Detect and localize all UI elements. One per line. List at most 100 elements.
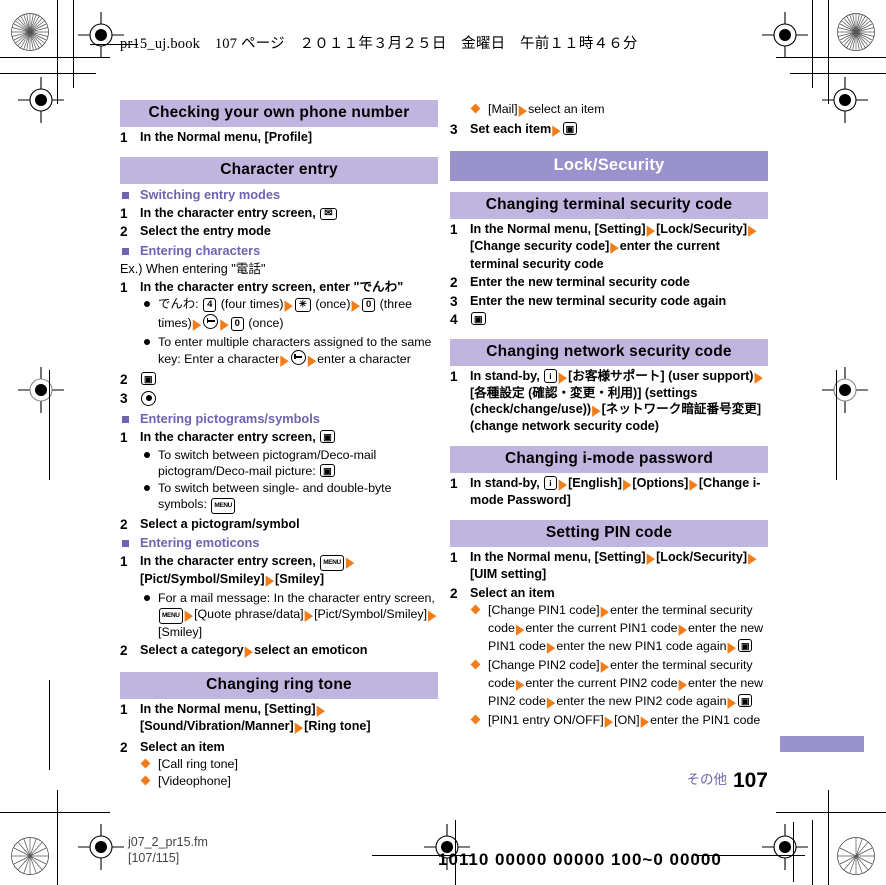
key-imode-icon: i xyxy=(544,475,557,490)
crop-line xyxy=(0,812,110,813)
text-run: [Change PIN2 code] xyxy=(488,658,600,672)
numbered-step: 2 Select a pictogram/symbol xyxy=(120,517,438,533)
numbered-step: 1 In stand-by, i ▶[お客様サポート] (user support)… xyxy=(450,368,768,435)
section-banner: Changing network security code xyxy=(450,338,768,366)
crop-line xyxy=(812,820,813,885)
key-cam-icon: ▣ xyxy=(320,430,335,443)
page-header-imposition-line: pr15_uj.book 107 ページ ２０１１年３月２５日 金曜日 午前１１… xyxy=(120,36,638,52)
sub-section-heading: Entering emoticons xyxy=(120,535,438,551)
arrow-separator-icon: ▶ xyxy=(351,297,360,315)
section-banner: Character entry xyxy=(120,156,438,184)
text-run: [Sound/Vibration/Manner] xyxy=(140,719,294,733)
numbered-step: 2 ▣ xyxy=(120,372,438,388)
square-bullet-icon xyxy=(122,247,129,255)
sub-section-heading-label: Entering emoticons xyxy=(140,535,260,550)
arrow-separator-icon: ▶ xyxy=(552,122,561,139)
square-bullet-icon xyxy=(122,191,129,199)
diamond-item: [Change PIN1 code]▶enter the terminal se… xyxy=(450,602,768,656)
crop-line xyxy=(0,57,110,58)
crop-line xyxy=(49,680,50,770)
text-run: [Pict/Symbol/Smiley] xyxy=(140,571,265,586)
arrow-separator-icon: ▶ xyxy=(604,713,614,731)
text-run: select an item xyxy=(528,102,605,116)
registration-mark-top-left xyxy=(78,12,124,58)
text-run: Enter the new terminal security code xyxy=(470,275,690,289)
arrow-separator-icon: ▶ xyxy=(515,676,525,694)
arrow-separator-icon: ▶ xyxy=(689,476,698,493)
arrow-separator-icon: ▶ xyxy=(592,402,601,419)
text-run: In the character entry screen, xyxy=(140,554,320,568)
right-text-column: [Mail]▶select an item 3 Set each item▶ ▣ Loc… xyxy=(450,100,768,730)
registration-mark-right xyxy=(822,77,868,123)
arrow-separator-icon: ▶ xyxy=(345,554,355,571)
section-banner: Changing terminal security code xyxy=(450,191,768,219)
square-bullet-icon xyxy=(122,540,129,547)
text-run: To switch between single- and double-byt… xyxy=(158,480,392,511)
section-label-japanese: その他 xyxy=(686,772,727,788)
round-bullet-icon xyxy=(144,595,150,601)
text-run: [Pict/Symbol/Smiley] xyxy=(314,607,428,621)
text-run: [ON] xyxy=(614,713,640,727)
numbered-step: 1 In the Normal menu, [Profile] xyxy=(120,130,438,146)
sub-section-heading: Entering characters xyxy=(120,243,438,259)
arrow-separator-icon: ▶ xyxy=(546,639,556,657)
text-run: For a mail message: In the character ent… xyxy=(158,591,435,605)
step-number: 1 xyxy=(120,279,128,295)
left-text-column: Checking your own phone number 1 In the No… xyxy=(120,100,438,789)
section-banner: Checking your own phone number xyxy=(120,100,438,127)
numbered-step: 1 In the character entry screen, enter "で… xyxy=(120,280,438,296)
step-number: 3 xyxy=(450,122,458,137)
arrow-separator-icon: ▶ xyxy=(646,550,656,567)
starburst-mark-top-left xyxy=(10,12,50,52)
arrow-separator-icon: ▶ xyxy=(184,607,194,625)
arrow-separator-icon: ▶ xyxy=(600,658,610,676)
step-number: 2 xyxy=(120,224,128,239)
text-run: Ex.) When entering "電話" xyxy=(120,261,266,276)
step-number: 2 xyxy=(120,516,128,532)
step-number: 2 xyxy=(450,585,458,601)
step-number: 1 xyxy=(450,475,458,491)
diamond-bullet-icon xyxy=(140,758,151,769)
registration-mark-top-right xyxy=(762,12,808,58)
bullet-item: To switch between pictogram/Deco-mail pi… xyxy=(120,447,438,479)
diamond-item: [Call ring tone] xyxy=(120,756,438,772)
diamond-item: [Videophone] xyxy=(120,773,438,789)
diamond-bullet-icon xyxy=(470,604,481,615)
crop-line xyxy=(828,0,829,104)
diamond-item: [Change PIN2 code]▶enter the terminal se… xyxy=(450,657,768,711)
arrow-separator-icon: ▶ xyxy=(280,352,289,370)
text-run: [Lock/Security] xyxy=(656,549,748,564)
text-run: Select a category xyxy=(140,643,244,657)
bullet-item: For a mail message: In the character ent… xyxy=(120,590,438,640)
key-cam-icon: ▣ xyxy=(141,372,156,385)
crop-line xyxy=(776,812,886,813)
arrow-separator-icon: ▶ xyxy=(220,316,229,334)
text-run: To switch between pictogram/Deco-mail pi… xyxy=(158,447,377,478)
bullet-item: To switch between single- and double-byt… xyxy=(120,480,438,514)
registration-mark-right-middle xyxy=(822,367,868,413)
text-run: [PIN1 entry ON/OFF] xyxy=(488,713,604,727)
numbered-step: 1 In the character entry screen, ✉ xyxy=(120,206,438,222)
arrow-separator-icon: ▶ xyxy=(294,719,304,736)
text-run: [Quote phrase/data] xyxy=(194,607,304,621)
text-run: enter a character xyxy=(317,352,411,366)
step-number: 2 xyxy=(120,643,128,658)
text-run: [Call ring tone] xyxy=(158,757,238,771)
folio: その他 107 xyxy=(686,768,768,793)
numbered-step: 2 Enter the new terminal security code xyxy=(450,275,768,291)
arrow-separator-icon: ▶ xyxy=(515,621,525,639)
sub-section-heading: Switching entry modes xyxy=(120,187,438,203)
numbered-step: 4 ▣ xyxy=(450,312,768,328)
sub-section-heading-label: Entering characters xyxy=(140,242,261,258)
key-clear-icon xyxy=(203,314,219,329)
sub-section-heading-label: Entering pictograms/symbols xyxy=(140,411,320,426)
arrow-separator-icon: ▶ xyxy=(727,639,736,657)
bullet-item: To enter multiple characters assigned to… xyxy=(120,334,438,369)
text-run: Select an item xyxy=(470,585,555,600)
arrow-separator-icon: ▶ xyxy=(678,621,688,639)
arrow-separator-icon: ▶ xyxy=(546,694,556,712)
text-run: enter the current PIN2 code xyxy=(525,676,678,690)
text-run: In the character entry screen, enter "でん… xyxy=(140,279,404,294)
crop-line xyxy=(790,73,886,74)
numbered-step: 1 In the character entry screen, ▣ xyxy=(120,430,438,446)
